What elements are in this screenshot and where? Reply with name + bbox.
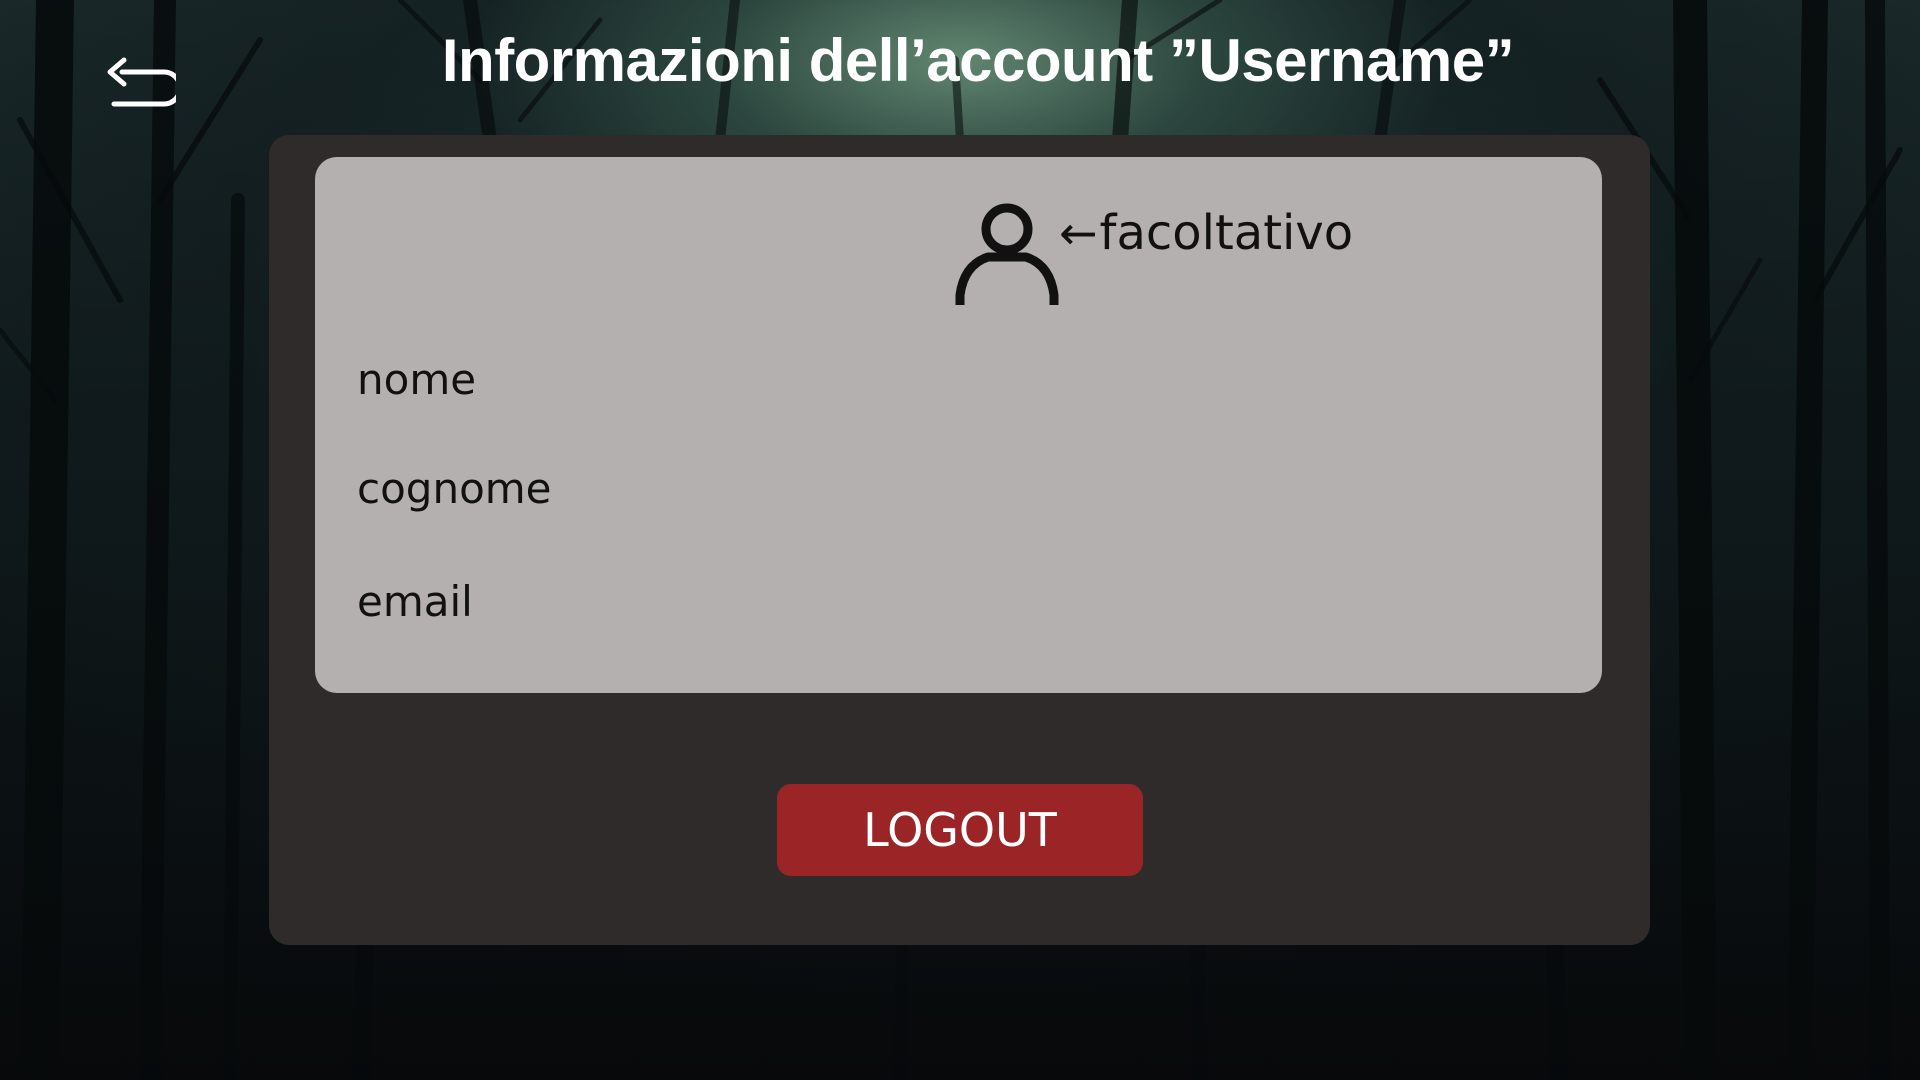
page-title: Informazioni dell’account ”Username” [441, 27, 1515, 94]
avatar[interactable] [950, 195, 1064, 309]
left-arrow-icon: ← [1059, 206, 1098, 260]
logout-button[interactable]: LOGOUT [777, 784, 1143, 876]
optional-label: facoltativo [1099, 205, 1354, 261]
field-nome: nome [357, 355, 477, 404]
avatar-optional-note: ← facoltativo [1059, 205, 1353, 261]
field-email: email [357, 577, 473, 626]
account-panel: ← facoltativo nome cognome email LOGOUT [269, 135, 1650, 945]
field-cognome: cognome [357, 464, 552, 513]
account-info-card: ← facoltativo nome cognome email [315, 157, 1602, 693]
user-icon [955, 203, 1059, 305]
